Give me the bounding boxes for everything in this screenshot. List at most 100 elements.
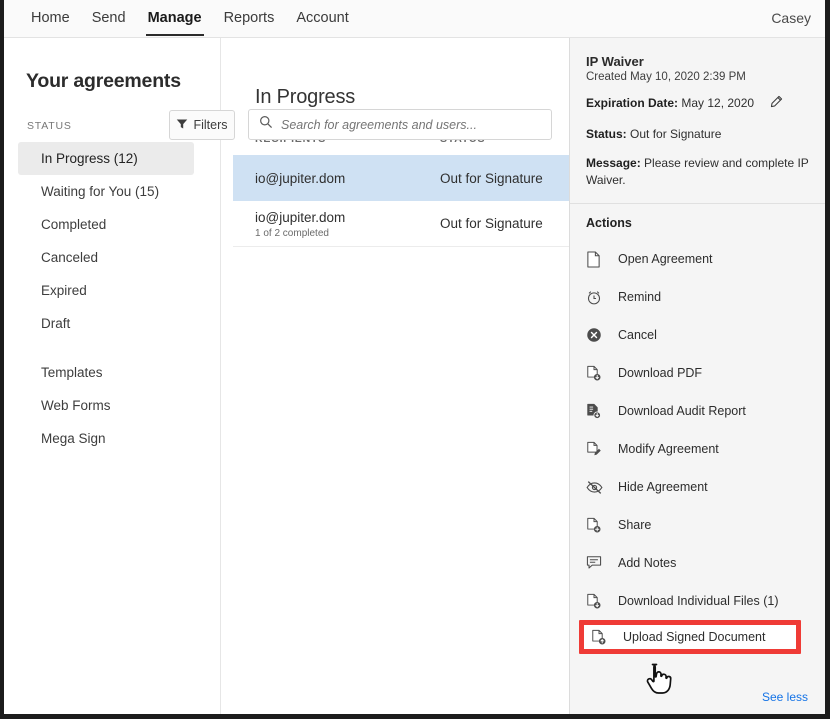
comment-icon [586, 555, 608, 571]
recipient-progress: 1 of 2 completed [255, 228, 440, 239]
agreement-created-date: Created May 10, 2020 2:39 PM [586, 71, 809, 83]
action-label: Download Audit Report [618, 404, 746, 418]
sidebar-item-label: In Progress (12) [41, 151, 138, 166]
action-open-agreement[interactable]: Open Agreement [570, 240, 825, 278]
app-window: Home Send Manage Reports Account Casey Y… [0, 0, 830, 719]
action-cancel[interactable]: Cancel [570, 316, 825, 354]
action-hide-agreement[interactable]: Hide Agreement [570, 468, 825, 506]
sidebar-item-label: Templates [41, 365, 103, 380]
pencil-icon[interactable] [769, 95, 783, 114]
filters-button[interactable]: Filters [169, 110, 235, 140]
sidebar-item-completed[interactable]: Completed [18, 208, 194, 241]
action-label: Modify Agreement [618, 442, 719, 456]
expiration-date-line: Expiration Date: May 12, 2020 [586, 95, 809, 114]
agreement-detail-panel: IP Waiver Created May 10, 2020 2:39 PM E… [569, 38, 825, 714]
sidebar-item-in-progress[interactable]: In Progress (12) [18, 142, 194, 175]
document-icon [586, 251, 608, 268]
page-title: Your agreements [26, 70, 181, 93]
row-recipients-cell: io@jupiter.dom 1 of 2 completed [255, 209, 440, 239]
action-label: Download PDF [618, 366, 702, 380]
nav-item-manage[interactable]: Manage [137, 0, 213, 27]
action-label: Download Individual Files (1) [618, 594, 779, 608]
status-value: Out for Signature [630, 127, 721, 141]
actions-section: Actions Open Agreement Remind [570, 204, 825, 654]
row-status-cell: Out for Signature [440, 216, 569, 231]
actions-title: Actions [570, 216, 825, 240]
user-menu[interactable]: Casey [771, 10, 811, 26]
expiration-date-label: Expiration Date: [586, 96, 678, 110]
agreement-detail-summary: IP Waiver Created May 10, 2020 2:39 PM E… [570, 38, 825, 204]
sidebar-item-waiting-for-you[interactable]: Waiting for You (15) [18, 175, 194, 208]
sidebar-item-canceled[interactable]: Canceled [18, 241, 194, 274]
status-line: Status: Out for Signature [586, 126, 809, 143]
document-edit-icon [586, 441, 608, 458]
status-sidebar: STATUS In Progress (12) Waiting for You … [4, 104, 220, 455]
agreement-title: IP Waiver [586, 54, 809, 69]
action-remind[interactable]: Remind [570, 278, 825, 316]
message-label: Message: [586, 156, 641, 170]
expiration-date-value: May 12, 2020 [681, 96, 754, 110]
action-upload-signed-document[interactable]: Upload Signed Document [579, 620, 801, 654]
row-status-cell: Out for Signature [440, 171, 569, 186]
see-less-link[interactable]: See less [762, 690, 808, 704]
message-line: Message: Please review and complete IP W… [586, 155, 809, 189]
sidebar-item-label: Canceled [41, 250, 98, 265]
sidebar-item-templates[interactable]: Templates [18, 356, 194, 389]
agreement-table: RECIPIENTS STATUS io@jupiter.dom Out for… [233, 133, 569, 247]
list-heading: In Progress [233, 38, 569, 109]
eye-off-icon [586, 480, 608, 495]
nav-item-label: Manage [148, 10, 202, 26]
action-label: Share [618, 518, 651, 532]
table-row[interactable]: io@jupiter.dom 1 of 2 completed Out for … [233, 201, 569, 247]
sidebar-item-label: Web Forms [41, 398, 111, 413]
alarm-clock-icon [586, 289, 608, 306]
action-label: Remind [618, 290, 661, 304]
action-label: Upload Signed Document [623, 630, 765, 644]
action-download-individual-files[interactable]: Download Individual Files (1) [570, 582, 825, 620]
action-label: Open Agreement [618, 252, 713, 266]
sidebar-item-web-forms[interactable]: Web Forms [18, 389, 194, 422]
action-modify-agreement[interactable]: Modify Agreement [570, 430, 825, 468]
sidebar-item-label: Draft [41, 316, 70, 331]
sidebar-item-label: Completed [41, 217, 106, 232]
sidebar-item-label: Expired [41, 283, 87, 298]
row-recipients-cell: io@jupiter.dom [255, 170, 440, 187]
search-input[interactable] [281, 118, 551, 132]
nav-item-reports[interactable]: Reports [213, 0, 286, 27]
document-download-icon [586, 593, 608, 610]
top-navigation-bar: Home Send Manage Reports Account Casey [4, 0, 825, 38]
page-body: Your agreements STATUS In Progress (12) … [4, 38, 825, 714]
action-share[interactable]: Share [570, 506, 825, 544]
search-icon [259, 115, 273, 134]
recipient-email: io@jupiter.dom [255, 209, 440, 226]
document-share-icon [586, 517, 608, 534]
sidebar-divider-space [4, 340, 220, 356]
filter-funnel-icon [176, 118, 188, 133]
table-row[interactable]: io@jupiter.dom Out for Signature [233, 155, 569, 201]
report-download-icon [586, 403, 608, 420]
recipient-email: io@jupiter.dom [255, 170, 440, 187]
sidebar-item-mega-sign[interactable]: Mega Sign [18, 422, 194, 455]
nav-item-label: Reports [224, 10, 275, 26]
search-box[interactable] [248, 109, 552, 140]
action-label: Hide Agreement [618, 480, 708, 494]
action-label: Add Notes [618, 556, 676, 570]
nav-item-send[interactable]: Send [81, 0, 137, 27]
filters-button-label: Filters [193, 118, 227, 132]
action-label: Cancel [618, 328, 657, 342]
status-label: Status: [586, 127, 627, 141]
nav-item-home[interactable]: Home [20, 0, 81, 27]
sidebar-item-label: Waiting for You (15) [41, 184, 159, 199]
sidebar-item-draft[interactable]: Draft [18, 307, 194, 340]
sidebar-item-expired[interactable]: Expired [18, 274, 194, 307]
cancel-circle-icon [586, 327, 608, 343]
document-upload-icon [591, 629, 613, 646]
action-download-pdf[interactable]: Download PDF [570, 354, 825, 392]
nav-item-label: Home [31, 10, 70, 26]
document-download-icon [586, 365, 608, 382]
action-download-audit-report[interactable]: Download Audit Report [570, 392, 825, 430]
action-add-notes[interactable]: Add Notes [570, 544, 825, 582]
nav-item-account[interactable]: Account [285, 0, 359, 27]
page-header: Your agreements [4, 38, 220, 104]
nav-item-label: Send [92, 10, 126, 26]
